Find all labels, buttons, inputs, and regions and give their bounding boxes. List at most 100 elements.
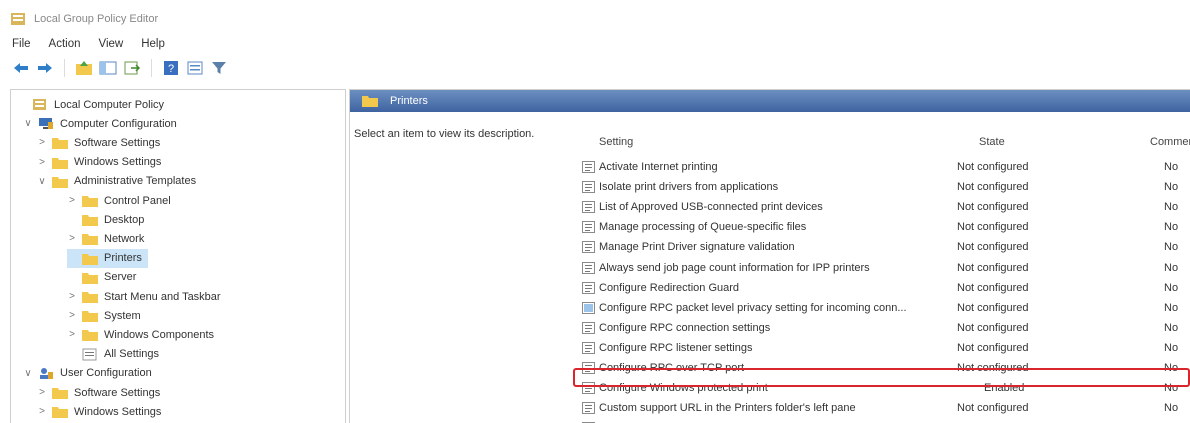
tree-item[interactable]: > Software Settings	[37, 133, 160, 152]
chevron-right-icon[interactable]: >	[37, 406, 47, 417]
chevron-right-icon[interactable]: >	[37, 157, 47, 168]
setting-row[interactable]: Manage Print Driver signature validation…	[574, 237, 1190, 257]
help-icon[interactable]: ?	[162, 59, 180, 77]
setting-name: Configure RPC packet level privacy setti…	[599, 301, 907, 314]
tree-item[interactable]: All Settings	[67, 345, 159, 364]
export-list-icon[interactable]	[123, 59, 141, 77]
menu-file[interactable]: File	[12, 38, 31, 50]
setting-row[interactable]: List of Approved USB-connected print dev…	[574, 197, 1190, 217]
tree-item-label: Software Settings	[74, 136, 161, 149]
tree-item[interactable]: Local Computer Policy	[17, 95, 164, 114]
svg-text:?: ?	[168, 63, 174, 75]
tree-item[interactable]: Server	[67, 268, 136, 287]
setting-name: Manage Print Driver signature validation	[599, 241, 795, 254]
setting-row[interactable]: Isolate print drivers from applications N…	[574, 177, 1190, 197]
computer-icon	[38, 117, 60, 130]
setting-row[interactable]: Manage processing of Queue-specific file…	[574, 217, 1190, 237]
setting-state: Not configured	[957, 161, 1029, 173]
policy-setting-icon	[582, 402, 595, 415]
policy-setting-icon	[582, 281, 595, 294]
tree-item[interactable]: ∨ User Configuration	[23, 364, 151, 383]
setting-state: Not configured	[957, 341, 1029, 354]
setting-row[interactable]: Configure RPC packet level privacy setti…	[574, 298, 1190, 318]
policy-setting-icon	[582, 341, 595, 354]
chevron-down-icon[interactable]: ∨	[23, 118, 33, 129]
folder-icon	[52, 156, 74, 169]
menu-view[interactable]: View	[99, 38, 124, 50]
folder-icon	[82, 194, 104, 207]
tree-item[interactable]: > System	[67, 306, 141, 325]
tree-item[interactable]: > Windows Settings	[37, 402, 161, 421]
setting-row[interactable]: Configure RPC connection settings Not con…	[574, 318, 1190, 338]
setting-state: Not configured	[957, 221, 1029, 234]
tree-item[interactable]: > Windows Components	[67, 325, 214, 344]
setting-state: Not configured	[957, 402, 1029, 415]
folder-icon	[82, 328, 104, 342]
tree-item-label: Control Panel	[104, 194, 171, 207]
tree-item[interactable]: > Control Panel	[67, 191, 171, 210]
setting-row[interactable]: Extend Point and Print connection to sea…	[574, 418, 1190, 423]
setting-name: Manage processing of Queue-specific file…	[599, 221, 807, 234]
setting-comment: No	[1164, 241, 1179, 254]
filter-icon[interactable]	[210, 59, 228, 77]
setting-row[interactable]: Always send job page count information f…	[574, 258, 1190, 278]
menu-bar: File Action View Help	[0, 34, 183, 54]
folder-icon	[82, 271, 104, 284]
title-bar: Local Group Policy Editor	[0, 6, 1190, 32]
tree-item-label: Administrative Templates	[74, 175, 197, 188]
highlight-box	[573, 368, 1190, 387]
tree-item-label: System	[104, 309, 141, 322]
tree-item-label: All Settings	[104, 348, 160, 361]
window-title: Local Group Policy Editor	[34, 13, 159, 25]
setting-name: Configure RPC connection settings	[599, 321, 771, 334]
properties-icon[interactable]	[186, 59, 204, 77]
setting-state: Not configured	[957, 301, 1029, 314]
chevron-right-icon[interactable]: >	[37, 137, 47, 148]
setting-row[interactable]: Activate Internet printing Not configured…	[574, 157, 1190, 177]
tree-item-label: Network	[104, 232, 145, 245]
setting-comment: No	[1164, 402, 1179, 415]
toolbar-separator	[151, 59, 152, 77]
back-arrow-icon[interactable]	[12, 59, 30, 77]
chevron-right-icon[interactable]: >	[67, 233, 77, 244]
show-hide-tree-icon[interactable]	[99, 59, 117, 77]
tree-item[interactable]: > Start Menu and Taskbar	[67, 287, 221, 306]
column-header-comment[interactable]: Commen	[1150, 136, 1190, 156]
setting-comment: No	[1164, 201, 1179, 214]
menu-help[interactable]: Help	[141, 38, 165, 50]
up-folder-icon[interactable]	[75, 59, 93, 77]
chevron-right-icon[interactable]: >	[67, 329, 77, 340]
policy-setting-icon	[582, 321, 595, 334]
toolbar: ?	[0, 54, 1190, 82]
policy-setting-icon	[582, 161, 595, 173]
tree-item[interactable]: ∨ Computer Configuration	[23, 114, 176, 133]
tree-item-label: Server	[104, 271, 137, 284]
chevron-down-icon[interactable]: ∨	[37, 176, 47, 187]
tree-item[interactable]: > Network	[67, 229, 144, 248]
column-header-setting[interactable]: Setting	[599, 136, 633, 156]
chevron-down-icon[interactable]: ∨	[23, 368, 33, 379]
folder-icon	[52, 175, 74, 188]
chevron-right-icon[interactable]: >	[67, 195, 77, 206]
tree-item[interactable]: Printers	[67, 248, 148, 268]
chevron-right-icon[interactable]: >	[67, 291, 77, 302]
column-header-state[interactable]: State	[979, 136, 1005, 156]
tree-item[interactable]: ∨ Administrative Templates	[37, 172, 196, 191]
folder-icon	[52, 136, 74, 150]
setting-row[interactable]: Configure Redirection Guard Not configure…	[574, 278, 1190, 298]
tree-item[interactable]: Desktop	[67, 210, 144, 229]
policy-tree: Local Computer Policy ∨ Computer Configura…	[10, 89, 346, 423]
folder-icon	[52, 405, 74, 419]
chevron-right-icon[interactable]: >	[67, 310, 77, 321]
setting-row[interactable]: Custom support URL in the Printers folde…	[574, 398, 1190, 418]
setting-comment: No	[1164, 341, 1179, 354]
setting-row[interactable]: Configure RPC listener settings Not confi…	[574, 338, 1190, 358]
chevron-right-icon[interactable]: >	[37, 387, 47, 398]
tree-item[interactable]: > Windows Settings	[37, 153, 161, 172]
tree-item[interactable]: > Software Settings	[37, 383, 160, 402]
menu-action[interactable]: Action	[49, 38, 81, 50]
group-policy-app-icon	[11, 13, 25, 25]
setting-state: Not configured	[957, 281, 1029, 294]
forward-arrow-icon[interactable]	[36, 59, 54, 77]
folder-icon	[82, 252, 104, 265]
